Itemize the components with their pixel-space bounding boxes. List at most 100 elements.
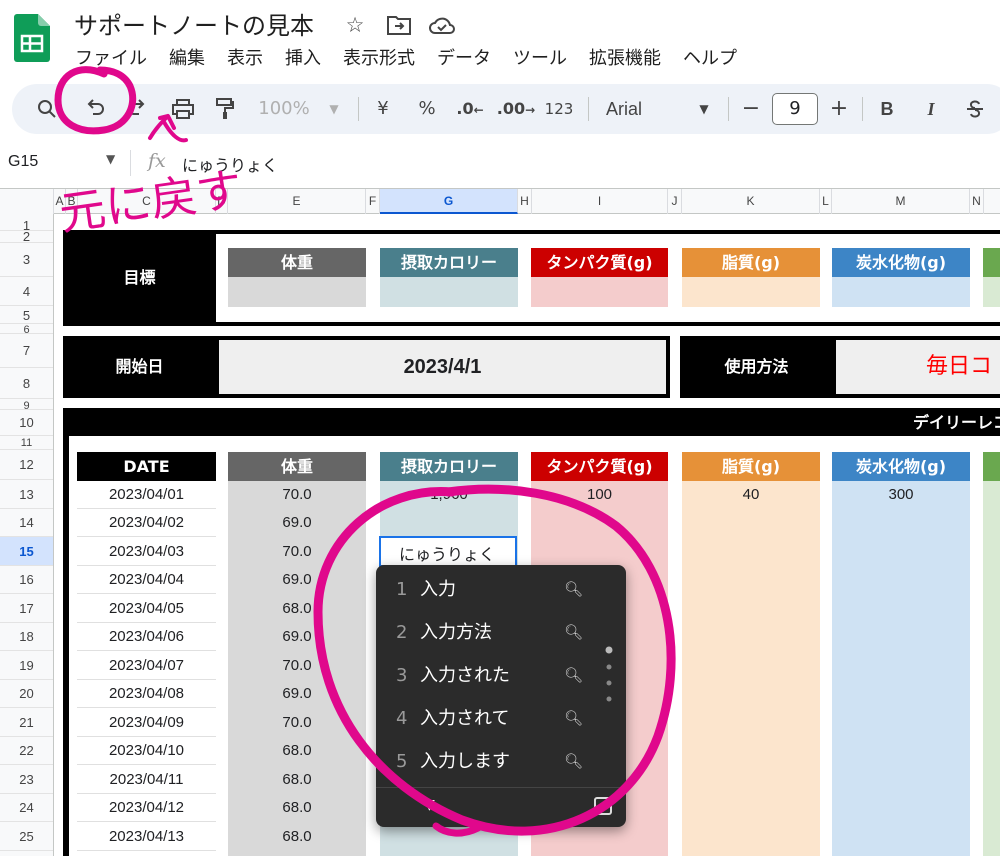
date-cell[interactable]: 2023/04/06: [77, 623, 216, 651]
weight-cell[interactable]: 68.0: [228, 737, 366, 765]
menu-help[interactable]: ヘルプ: [672, 44, 748, 74]
weight-cell[interactable]: 70.0: [228, 708, 366, 737]
search-icon[interactable]: 🔍︎: [564, 740, 583, 783]
date-cell[interactable]: 2023/04/09: [77, 708, 216, 737]
star-icon[interactable]: ☆: [342, 12, 368, 38]
row-header-23[interactable]: 23: [0, 765, 53, 794]
row-header-16[interactable]: 16: [0, 566, 53, 594]
column-header-d[interactable]: D: [216, 189, 228, 214]
print-icon[interactable]: [168, 84, 198, 134]
search-icon[interactable]: 🔍︎: [564, 697, 583, 740]
expand-candidates-icon[interactable]: ▼: [424, 797, 435, 813]
row-header-8[interactable]: 8: [0, 368, 53, 399]
zoom-dropdown-icon[interactable]: ▼: [324, 84, 344, 134]
menu-extensions[interactable]: 拡張機能: [578, 44, 672, 74]
weight-cell[interactable]: 70.0: [228, 537, 366, 566]
redo-icon[interactable]: [122, 84, 152, 134]
column-header-k[interactable]: K: [682, 189, 820, 214]
row-header-4[interactable]: 4: [0, 277, 53, 306]
date-cell[interactable]: 2023/04/11: [77, 765, 216, 794]
column-header-j[interactable]: J: [668, 189, 682, 214]
menu-file[interactable]: ファイル: [64, 44, 158, 74]
row-header-17[interactable]: 17: [0, 594, 53, 623]
ime-candidate-4[interactable]: 4 入力されて 🔍︎: [376, 697, 626, 740]
row-header-25[interactable]: 25: [0, 822, 53, 851]
row-header-5[interactable]: 5: [0, 306, 53, 324]
date-cell[interactable]: 2023/04/01: [77, 480, 216, 509]
row-header-6[interactable]: 6: [0, 324, 53, 336]
goal-calories-cell[interactable]: [380, 277, 518, 307]
column-header-a[interactable]: A: [54, 189, 66, 214]
row-header-9[interactable]: 9: [0, 399, 53, 412]
weight-cell[interactable]: 70.0: [228, 651, 366, 680]
column-header-c[interactable]: C: [78, 189, 216, 214]
cloud-status-icon[interactable]: [428, 14, 456, 36]
date-cell[interactable]: 2023/04/04: [77, 566, 216, 594]
weight-cell[interactable]: 70.0: [228, 480, 366, 509]
decrease-font-size-button[interactable]: −: [738, 84, 764, 134]
google-sheets-logo-icon[interactable]: [14, 14, 50, 62]
zoom-select[interactable]: 100%: [254, 84, 314, 134]
currency-format-button[interactable]: ¥: [368, 84, 398, 134]
name-box[interactable]: G15: [8, 153, 38, 171]
increase-decimal-button[interactable]: .00→: [496, 84, 536, 134]
weight-cell[interactable]: 68.0: [228, 765, 366, 794]
column-header-f[interactable]: F: [366, 189, 380, 214]
name-box-dropdown-icon[interactable]: ▼: [106, 152, 115, 166]
date-cell[interactable]: 2023/04/13: [77, 822, 216, 851]
row-header-10[interactable]: 10: [0, 410, 53, 436]
column-header-b[interactable]: B: [66, 189, 78, 214]
menu-format[interactable]: 表示形式: [332, 44, 426, 74]
column-header-g[interactable]: G: [380, 189, 518, 214]
protein-cell[interactable]: 100: [531, 480, 668, 509]
date-cell[interactable]: 2023/04/10: [77, 737, 216, 765]
ime-candidate-2[interactable]: 2 入力方法 🔍︎: [376, 611, 626, 654]
date-cell[interactable]: 2023/04/12: [77, 794, 216, 822]
weight-cell[interactable]: 69.0: [228, 566, 366, 594]
ime-candidate-1[interactable]: 1 入力 🔍︎: [376, 568, 626, 611]
search-menus-icon[interactable]: [32, 84, 62, 134]
search-icon[interactable]: 🔍︎: [564, 611, 583, 654]
row-header-19[interactable]: 19: [0, 651, 53, 680]
menu-insert[interactable]: 挿入: [274, 44, 332, 74]
goal-weight-cell[interactable]: [228, 277, 366, 307]
italic-button[interactable]: I: [918, 84, 944, 134]
row-header-24[interactable]: 24: [0, 794, 53, 822]
goal-carbs-cell[interactable]: [832, 277, 970, 307]
goal-fat-cell[interactable]: [682, 277, 820, 307]
date-cell[interactable]: 2023/04/07: [77, 651, 216, 680]
search-icon[interactable]: 🔍︎: [564, 568, 583, 611]
menu-data[interactable]: データ: [426, 44, 502, 74]
column-header-i[interactable]: I: [532, 189, 668, 214]
weight-cell[interactable]: 68.0: [228, 794, 366, 822]
row-header-21[interactable]: 21: [0, 708, 53, 737]
formula-input[interactable]: にゅうりょく: [182, 152, 278, 176]
goal-protein-cell[interactable]: [531, 277, 668, 307]
weight-cell[interactable]: 68.0: [228, 594, 366, 623]
start-date-value[interactable]: 2023/4/1: [219, 340, 666, 394]
row-header-3[interactable]: 3: [0, 243, 53, 277]
bold-button[interactable]: B: [874, 84, 900, 134]
column-header-h[interactable]: H: [518, 189, 532, 214]
increase-font-size-button[interactable]: +: [826, 84, 852, 134]
date-cell[interactable]: 2023/04/02: [77, 509, 216, 537]
column-header-m[interactable]: M: [832, 189, 970, 214]
number-format-button[interactable]: 123: [542, 84, 576, 134]
date-cell[interactable]: 2023/04/05: [77, 594, 216, 623]
row-header-7[interactable]: 7: [0, 334, 53, 368]
strikethrough-icon[interactable]: [962, 84, 988, 134]
fat-cell[interactable]: 40: [682, 480, 820, 509]
row-header-12[interactable]: 12: [0, 450, 53, 480]
row-header-13[interactable]: 13: [0, 480, 53, 509]
row-header-15[interactable]: 15: [0, 537, 53, 566]
column-header-n[interactable]: N: [970, 189, 984, 214]
ime-candidate-5[interactable]: 5 入力します 🔍︎: [376, 740, 626, 783]
folder-move-icon[interactable]: [386, 14, 412, 36]
menu-tools[interactable]: ツール: [502, 44, 578, 74]
row-header-11[interactable]: 11: [0, 436, 53, 450]
font-dropdown-icon[interactable]: ▼: [694, 84, 714, 134]
column-header-l[interactable]: L: [820, 189, 832, 214]
menu-view[interactable]: 表示: [216, 44, 274, 74]
font-family-select[interactable]: Arial: [606, 84, 686, 134]
menu-edit[interactable]: 編集: [158, 44, 216, 74]
